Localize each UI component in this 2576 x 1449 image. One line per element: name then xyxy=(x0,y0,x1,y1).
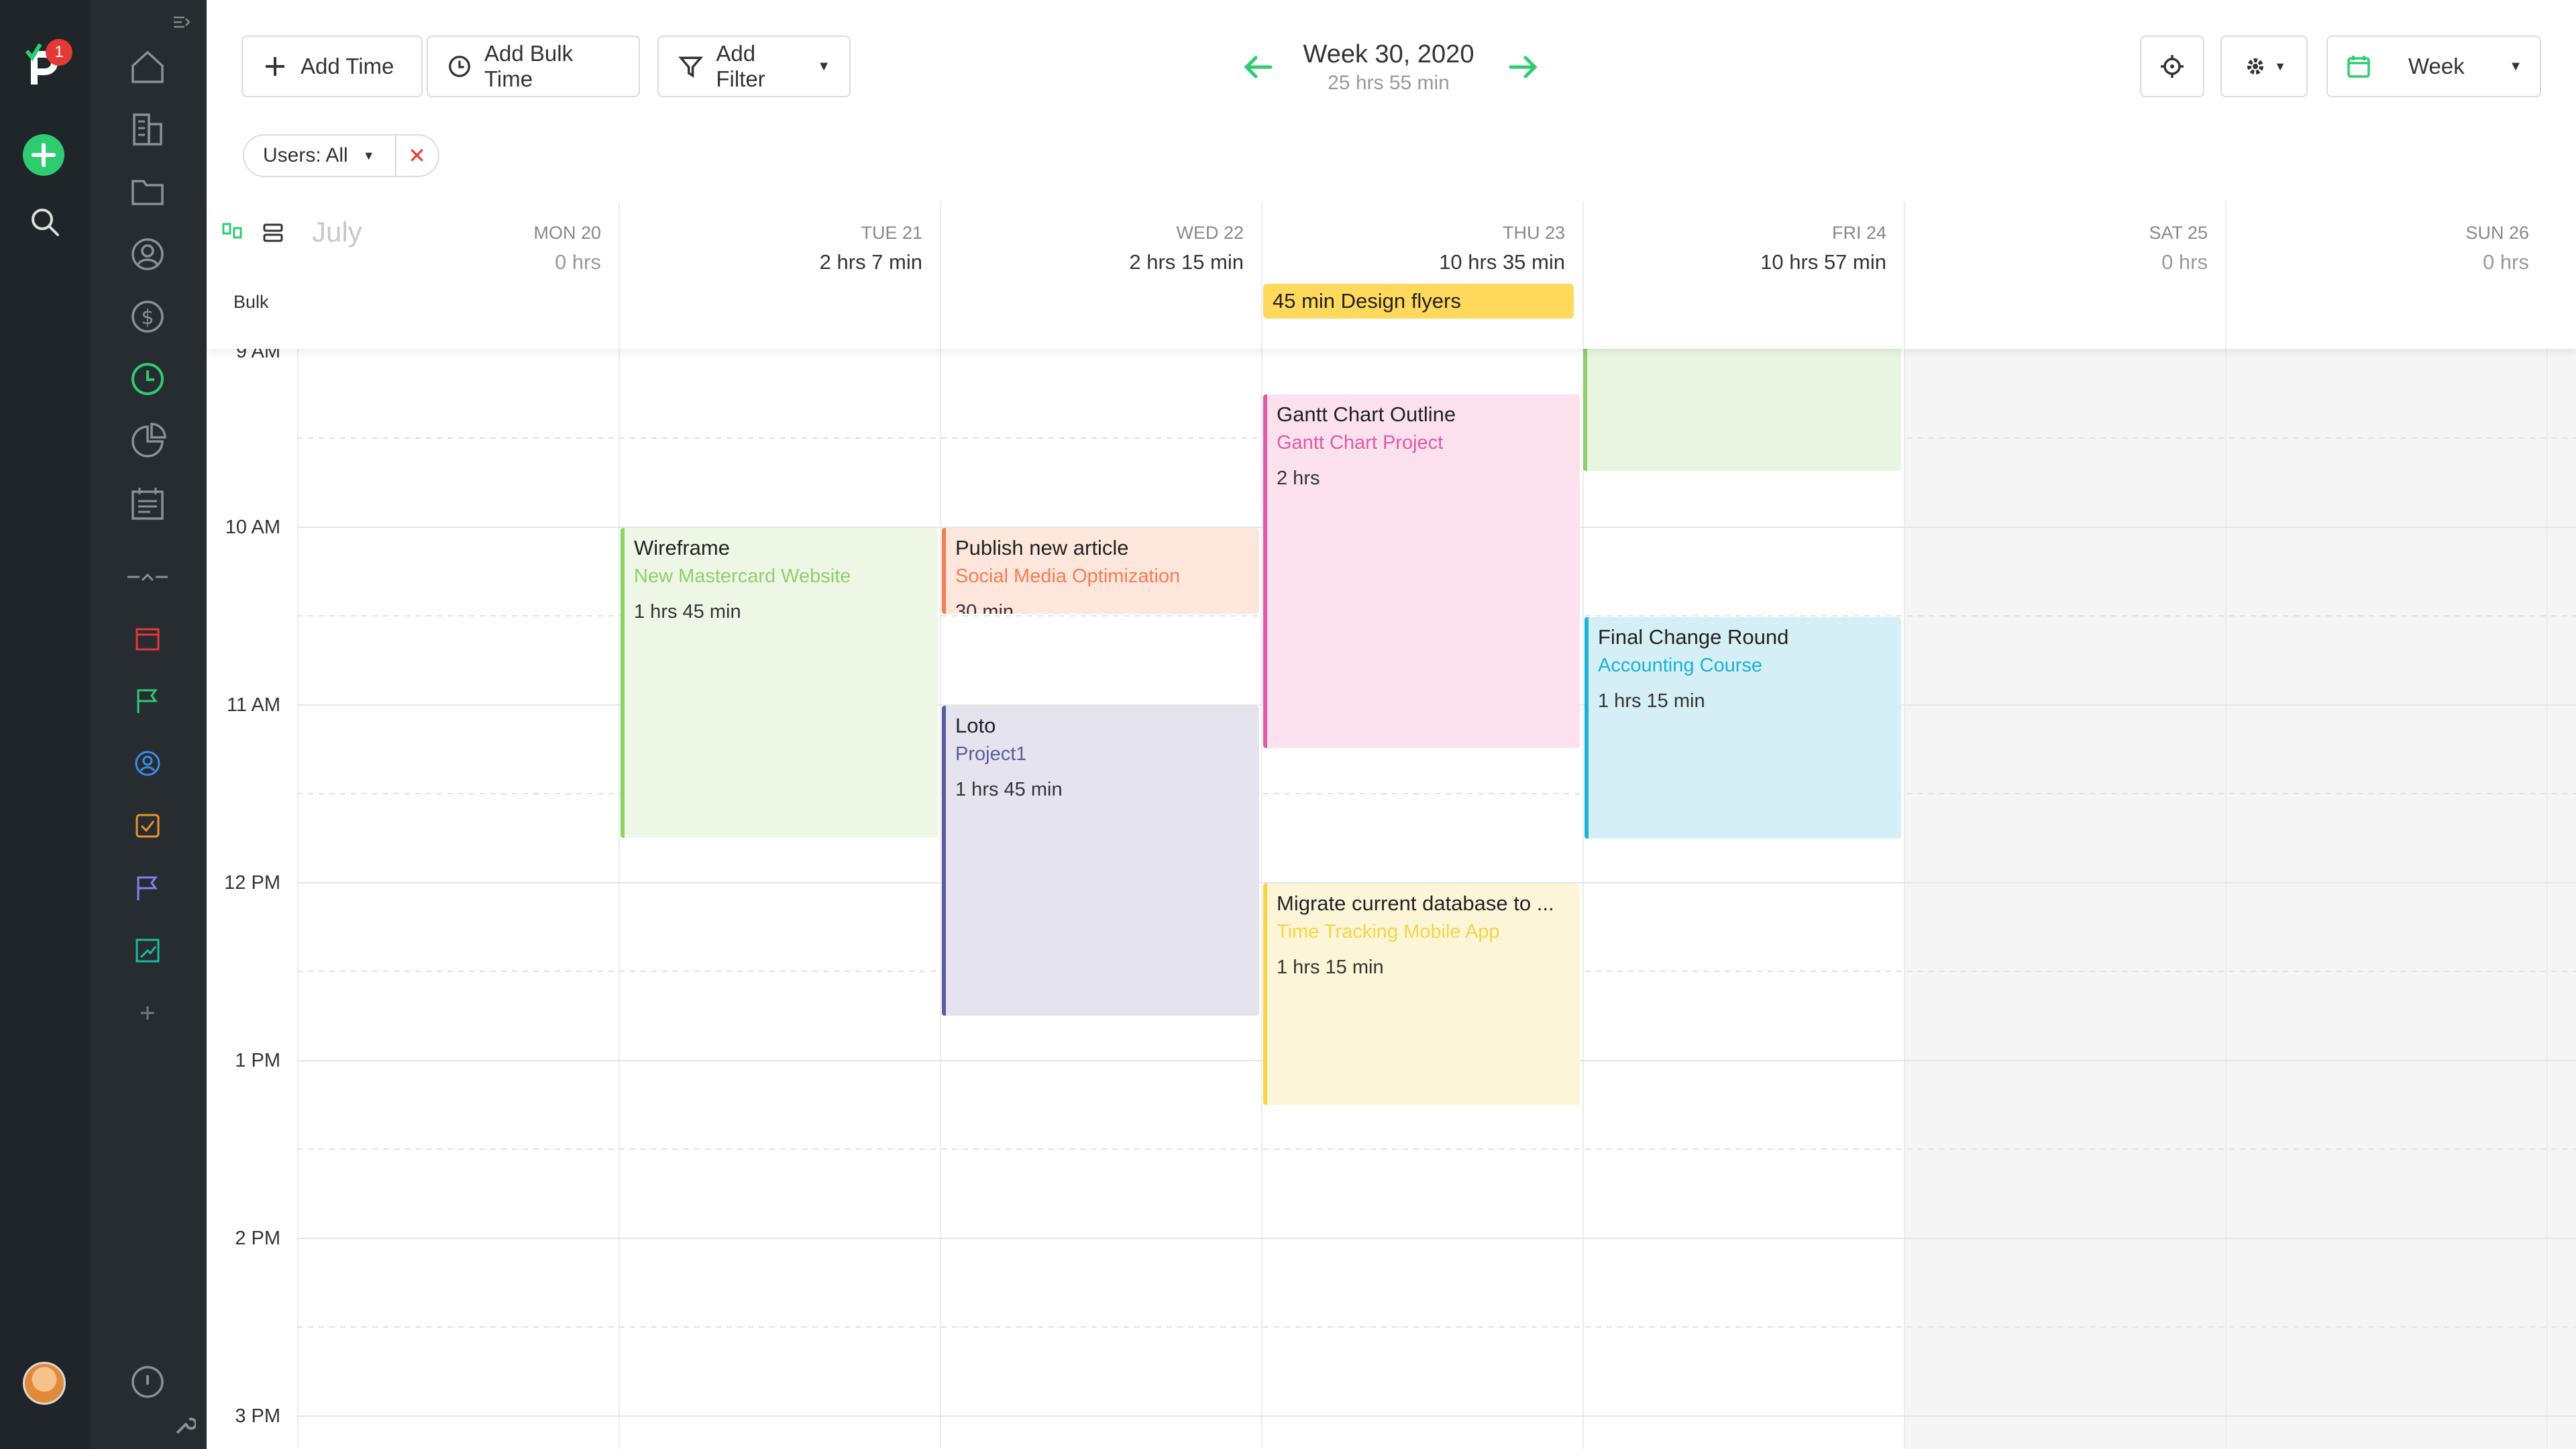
day-header-wed[interactable]: WED 22 2 hrs 15 min xyxy=(940,201,1261,349)
calendar-event-block[interactable]: Wireframe New Mastercard Website 1 hrs 4… xyxy=(621,528,938,838)
plus-icon xyxy=(266,57,284,76)
column-divider xyxy=(1904,349,1905,1449)
primary-sidebar: 1 xyxy=(0,0,91,1449)
allday-event[interactable]: 45 min Design flyers xyxy=(1263,284,1574,319)
column-divider xyxy=(619,349,620,1449)
add-bulk-time-button[interactable]: Add Bulk Time xyxy=(427,36,640,97)
crosshair-icon xyxy=(2161,55,2184,78)
next-week-arrow-icon[interactable] xyxy=(1504,48,1542,86)
collapse-sidebar-icon[interactable] xyxy=(171,12,191,32)
reports-icon[interactable] xyxy=(127,421,168,462)
time-label: 3 PM xyxy=(235,1405,280,1427)
bulk-label[interactable]: Bulk xyxy=(233,292,269,313)
add-time-button[interactable]: Add Time xyxy=(241,36,423,97)
clear-filter-button[interactable]: ✕ xyxy=(396,143,438,168)
calendar-event-block[interactable]: Gantt Chart Outline Gantt Chart Project … xyxy=(1263,394,1580,748)
dropdown-caret-icon: ▼ xyxy=(2274,59,2286,73)
day-header-tue[interactable]: TUE 21 2 hrs 7 min xyxy=(619,201,940,349)
list-view-icon[interactable] xyxy=(262,221,284,244)
flag-purple-icon[interactable] xyxy=(133,873,162,903)
wrench-icon[interactable] xyxy=(173,1414,197,1437)
add-filter-button[interactable]: Add Filter ▼ xyxy=(657,36,851,97)
calendar-event-block[interactable]: Migrate current database to ... Time Tra… xyxy=(1263,883,1580,1105)
prev-week-arrow-icon[interactable] xyxy=(1240,48,1277,86)
svg-text:$: $ xyxy=(141,306,154,329)
calendar-event-block[interactable] xyxy=(1583,349,1901,471)
day-header-fri[interactable]: FRI 24 10 hrs 57 min xyxy=(1582,201,1904,349)
clock-plus-icon xyxy=(449,56,470,77)
settings-button[interactable]: ▼ xyxy=(2220,36,2308,97)
column-divider xyxy=(1582,349,1584,1449)
module-sidebar xyxy=(91,0,207,1449)
building-icon[interactable] xyxy=(127,109,168,150)
half-hour-line xyxy=(297,1326,2576,1328)
day-header-thu[interactable]: THU 23 10 hrs 35 min xyxy=(1261,201,1582,349)
column-divider xyxy=(940,349,941,1449)
view-select[interactable]: Week ▼ xyxy=(2326,36,2541,97)
calendar-header: MON 20 0 hrs TUE 21 2 hrs 7 min WED 22 2 hr… xyxy=(207,201,2576,349)
home-icon[interactable] xyxy=(127,47,168,87)
quick-add-button[interactable] xyxy=(23,134,64,176)
app-logo[interactable]: 1 xyxy=(25,39,72,87)
dropdown-caret-icon: ▼ xyxy=(362,148,375,162)
chart-teal-icon[interactable] xyxy=(133,936,162,965)
time-tracking-icon[interactable] xyxy=(127,359,168,399)
dollar-icon[interactable]: $ xyxy=(127,297,168,337)
dropdown-caret-icon: ▼ xyxy=(2509,58,2522,74)
gear-icon xyxy=(2247,58,2264,74)
timeline-view-icon[interactable] xyxy=(221,221,244,244)
day-header-sat[interactable]: SAT 25 0 hrs xyxy=(1904,201,2225,349)
time-label: 11 AM xyxy=(226,694,280,716)
calendar-green-icon xyxy=(2347,56,2370,78)
dropdown-caret-icon: ▼ xyxy=(817,58,830,74)
locate-today-button[interactable] xyxy=(2140,36,2204,97)
column-divider xyxy=(2546,349,2548,1449)
hour-line xyxy=(297,1415,2576,1417)
search-icon[interactable] xyxy=(30,207,60,237)
users-filter-chip[interactable]: Users: All ▼ ✕ xyxy=(243,134,439,177)
column-divider xyxy=(2225,349,2226,1449)
task-orange-icon[interactable] xyxy=(133,811,162,841)
add-module-icon[interactable] xyxy=(133,998,162,1028)
week-title: Week 30, 2020 25 hrs 55 min xyxy=(1303,40,1474,94)
folder-icon[interactable] xyxy=(127,172,168,212)
time-label: 12 PM xyxy=(224,872,280,894)
time-label: 10 AM xyxy=(225,517,280,538)
weekend-shade xyxy=(1904,349,2576,1449)
calendar-event-block[interactable]: Loto Project1 1 hrs 45 min xyxy=(942,706,1259,1016)
day-header-sun[interactable]: SUN 26 0 hrs xyxy=(2225,201,2546,349)
filter-icon xyxy=(678,56,704,78)
calendar-app-icon[interactable] xyxy=(133,624,162,653)
contacts-icon[interactable] xyxy=(127,234,168,274)
column-divider xyxy=(297,349,299,1449)
info-icon[interactable] xyxy=(127,1362,168,1402)
schedule-icon[interactable] xyxy=(127,484,168,524)
half-hour-line xyxy=(297,1148,2576,1150)
notification-badge: 1 xyxy=(46,39,72,66)
hour-line xyxy=(297,1238,2576,1239)
calendar-event-block[interactable]: Final Change Round Accounting Course 1 h… xyxy=(1585,617,1901,839)
calendar-grid: 9 AM 10 AM 11 AM 12 PM 1 PM 2 PM 3 PM Wi… xyxy=(207,341,2576,1449)
column-divider xyxy=(1261,349,1263,1449)
user-avatar[interactable] xyxy=(23,1362,66,1405)
collapse-section-icon[interactable] xyxy=(127,567,168,587)
time-label: 2 PM xyxy=(235,1228,280,1249)
user-blue-icon[interactable] xyxy=(133,749,162,778)
month-label: July xyxy=(312,216,362,248)
flag-green-icon[interactable] xyxy=(133,686,162,716)
calendar-event-block[interactable]: Publish new article Social Media Optimiz… xyxy=(942,528,1259,614)
time-label: 1 PM xyxy=(235,1050,280,1071)
